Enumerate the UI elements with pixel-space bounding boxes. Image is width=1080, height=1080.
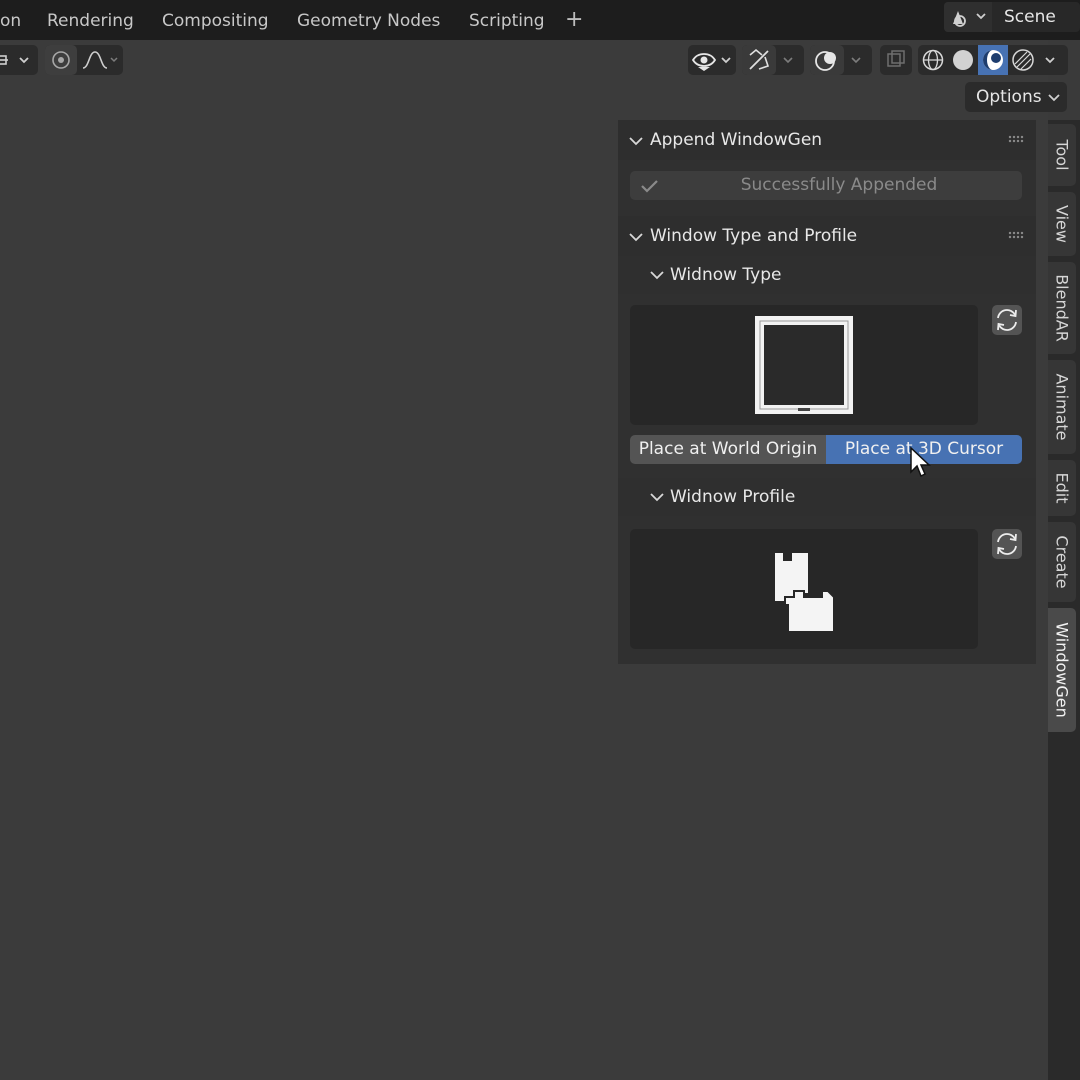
append-panel-title: Append WindowGen	[650, 130, 823, 150]
sidebar-tab-label: Tool	[1052, 139, 1072, 171]
options-label: Options	[976, 87, 1042, 107]
chevron-down-icon	[1048, 94, 1060, 102]
sidebar-tab-label: WindowGen	[1052, 622, 1072, 718]
drag-handle-icon[interactable]	[1008, 231, 1024, 239]
drag-handle-icon[interactable]	[1008, 135, 1024, 143]
plus-icon[interactable]: +	[565, 0, 583, 40]
wireframe-shading-icon[interactable]	[922, 49, 944, 71]
sidebar-tab-edit[interactable]: Edit	[1048, 460, 1076, 516]
scene-icon[interactable]	[944, 2, 992, 32]
sidebar-tab-label: Create	[1052, 535, 1072, 589]
window-panel-header[interactable]: Window Type and Profile	[618, 216, 1036, 256]
xray-icon[interactable]	[880, 45, 912, 75]
sidebar-tab-label: Animate	[1052, 373, 1072, 441]
shading-mode-group	[918, 45, 1068, 75]
material-preview-icon[interactable]	[978, 45, 1008, 75]
chevron-down-icon	[629, 233, 643, 242]
tab-compositing[interactable]: Compositing	[162, 0, 269, 40]
window-type-title: Widnow Type	[670, 265, 782, 285]
append-panel-header[interactable]: Append WindowGen	[618, 120, 1036, 160]
tab-rendering[interactable]: Rendering	[47, 0, 134, 40]
visibility-icon[interactable]	[688, 45, 736, 75]
shading-dropdown-icon	[1045, 57, 1055, 64]
window-type-subpanel-header[interactable]: Widnow Type	[618, 256, 1036, 294]
sidebar-tab-animate[interactable]: Animate	[1048, 360, 1076, 454]
place-world-origin-label: Place at World Origin	[638, 439, 818, 459]
window-profile-preview[interactable]	[630, 529, 978, 649]
overlay-icon[interactable]	[810, 45, 872, 75]
sidebar-tab-windowgen[interactable]: WindowGen	[1048, 608, 1076, 732]
refresh-window-profile-button[interactable]	[992, 529, 1022, 559]
sidebar-tab-label: View	[1052, 205, 1072, 243]
place-at-world-origin-button[interactable]: Place at World Origin	[630, 435, 826, 464]
tab-animation[interactable]: on	[0, 0, 21, 40]
chevron-down-icon	[629, 137, 643, 146]
workspace-tab-bar: on Rendering Compositing Geometry Nodes …	[0, 0, 1080, 40]
gizmo-icon[interactable]	[742, 45, 804, 75]
scene-selector[interactable]: Scene	[944, 2, 1080, 32]
scene-name[interactable]: Scene	[1004, 2, 1056, 32]
sidebar-tab-label: BlendAR	[1052, 274, 1072, 342]
window-type-preview[interactable]	[630, 305, 978, 425]
sidebar-tab-view[interactable]: View	[1048, 192, 1076, 256]
chevron-down-icon	[650, 271, 664, 280]
window-profile-title: Widnow Profile	[670, 487, 796, 507]
sidebar-tab-tool[interactable]: Tool	[1048, 124, 1076, 186]
window-profile-icon	[775, 553, 835, 633]
mouse-cursor-icon	[910, 446, 931, 478]
sidebar-tab-blendar[interactable]: BlendAR	[1048, 262, 1076, 354]
viewport-header	[0, 40, 1080, 80]
tab-scripting[interactable]: Scripting	[469, 0, 545, 40]
sidebar-tab-create[interactable]: Create	[1048, 522, 1076, 602]
proportional-edit-icon[interactable]	[45, 45, 123, 75]
tab-geometry-nodes[interactable]: Geometry Nodes	[297, 0, 440, 40]
window-frame-icon	[755, 316, 853, 414]
successfully-appended-button: Successfully Appended	[630, 171, 1022, 200]
chevron-down-icon	[650, 493, 664, 502]
solid-shading-icon[interactable]	[953, 50, 973, 70]
options-dropdown[interactable]: Options	[965, 82, 1067, 112]
refresh-icon	[997, 533, 1017, 555]
rendered-shading-icon[interactable]	[1012, 49, 1034, 71]
snap-proportional-group	[45, 45, 123, 75]
success-label: Successfully Appended	[740, 175, 938, 195]
sidebar-tab-label: Edit	[1052, 472, 1072, 504]
window-panel-title: Window Type and Profile	[650, 226, 858, 246]
transform-pivot-icon[interactable]	[0, 45, 38, 75]
refresh-icon	[997, 309, 1017, 331]
refresh-window-type-button[interactable]	[992, 305, 1022, 335]
window-profile-subpanel-header[interactable]: Widnow Profile	[618, 478, 1036, 516]
